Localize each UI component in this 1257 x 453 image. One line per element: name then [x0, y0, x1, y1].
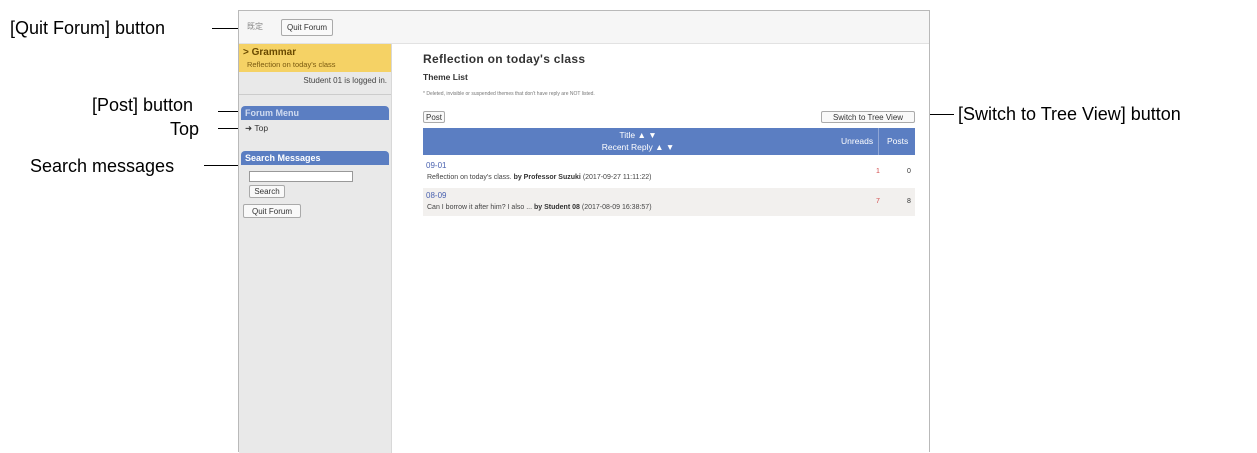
course-header: > Grammar Reflection on today's class [239, 44, 391, 72]
callout-post: [Post] button [92, 95, 194, 115]
top-bar-label: 既定 [247, 22, 263, 31]
callout-top: Top [170, 119, 200, 139]
thread-text: Reflection on today's class. [427, 174, 512, 181]
post-count: 0 [907, 168, 911, 175]
callout-quit-forum: [Quit Forum] button [10, 18, 166, 38]
forum-window: 既定 Quit Forum > Grammar Reflection on to… [238, 10, 930, 453]
callout-search: Search messages [30, 156, 175, 176]
search-messages-heading: Search Messages [241, 151, 389, 165]
posts-header: Posts [887, 136, 909, 146]
recent-reply-sort-header[interactable]: Recent Reply ▲ ▼ [583, 142, 693, 152]
thread-author: by Professor Suzuki [513, 174, 581, 181]
top-bar: 既定 Quit Forum [239, 11, 929, 44]
thread-summary: Can I borrow it after him? I also ... by… [427, 204, 652, 211]
thread-date: (2017-08-09 16:38:57) [581, 204, 652, 211]
quit-forum-sidebar-button[interactable]: Quit Forum [243, 204, 301, 218]
unread-count: 7 [876, 198, 880, 205]
thread-author: by Student 08 [534, 204, 580, 211]
post-count: 8 [907, 198, 911, 205]
thread-summary: Reflection on today's class. by Professo… [427, 174, 651, 181]
sidebar-item-top[interactable]: ➜ Top [245, 123, 268, 134]
page-title: Reflection on today's class [423, 52, 586, 66]
table-header: Title ▲ ▼ Recent Reply ▲ ▼ Unreads Posts [423, 128, 915, 155]
thread-number-link[interactable]: 08-09 [426, 191, 446, 200]
login-status: Student 01 is logged in. [303, 76, 387, 85]
sidebar-divider [239, 94, 391, 95]
thread-date: (2017-09-27 11:11:22) [582, 174, 652, 181]
arrow-right-icon: ➜ [245, 123, 255, 133]
quit-forum-button[interactable]: Quit Forum [281, 19, 333, 36]
forum-menu-heading: Forum Menu [241, 106, 389, 120]
callout-tree-view: [Switch to Tree View] button [958, 104, 1181, 124]
post-button[interactable]: Post [423, 111, 445, 123]
unreads-header: Unreads [841, 136, 874, 146]
unread-count: 1 [876, 168, 880, 175]
search-button[interactable]: Search [249, 185, 285, 198]
course-name[interactable]: > Grammar [243, 47, 296, 58]
course-subtitle: Reflection on today's class [247, 60, 336, 69]
thread-number-link[interactable]: 09-01 [426, 161, 446, 170]
thread-text: Can I borrow it after him? I also ... [427, 204, 533, 211]
theme-list-heading: Theme List [423, 72, 468, 82]
switch-to-tree-view-button[interactable]: Switch to Tree View [821, 111, 915, 123]
sidebar-item-label: Top [254, 123, 269, 133]
table-row: 08-09 Can I borrow it after him? I also … [423, 188, 915, 216]
table-row: 09-01 Reflection on today's class. by Pr… [423, 158, 915, 186]
title-sort-header[interactable]: Title ▲ ▼ [583, 130, 693, 140]
sidebar: > Grammar Reflection on today's class St… [239, 44, 392, 453]
listing-note: * Deleted, invisible or suspended themes… [423, 91, 595, 97]
search-input[interactable] [249, 171, 353, 182]
header-divider [878, 128, 879, 155]
